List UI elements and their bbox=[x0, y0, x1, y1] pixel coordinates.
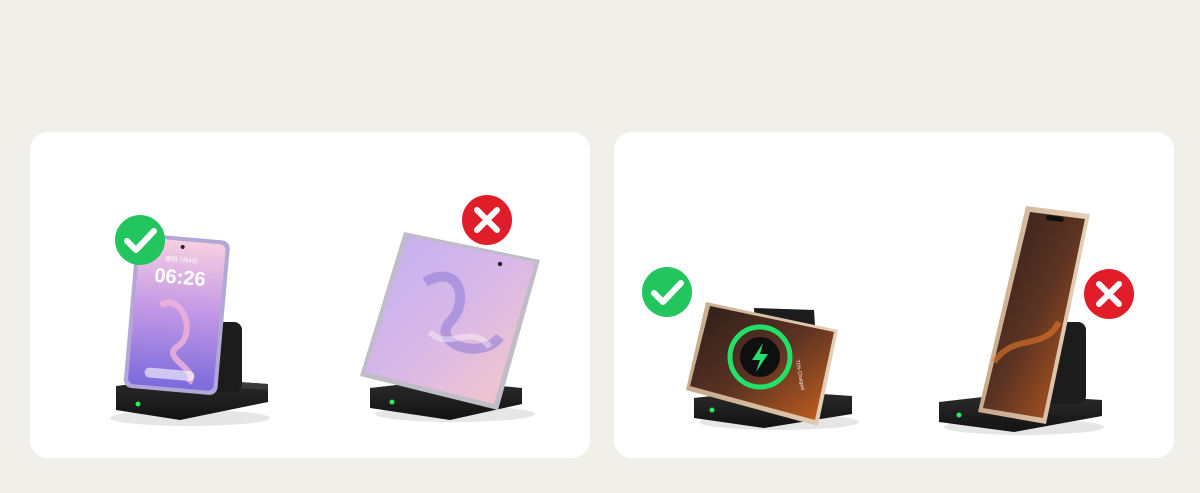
right-scene: 71% Charged bbox=[642, 206, 1134, 435]
right-comparison-card: 71% Charged bbox=[614, 132, 1174, 458]
led-indicator bbox=[389, 399, 395, 405]
left-comparison-card: 周四 7月4日 06:26 bbox=[30, 132, 590, 458]
led-indicator bbox=[709, 407, 715, 413]
left-scene: 周四 7月4日 06:26 bbox=[110, 195, 540, 426]
correct-badge-right bbox=[642, 267, 692, 317]
led-indicator bbox=[135, 401, 141, 407]
lock-screen-time: 06:26 bbox=[154, 265, 207, 291]
foldable-tablet-incorrect bbox=[360, 232, 540, 410]
correct-badge-left bbox=[115, 215, 165, 265]
incorrect-badge-right bbox=[1084, 269, 1134, 319]
led-indicator bbox=[956, 412, 962, 418]
incorrect-badge-left bbox=[462, 195, 512, 245]
